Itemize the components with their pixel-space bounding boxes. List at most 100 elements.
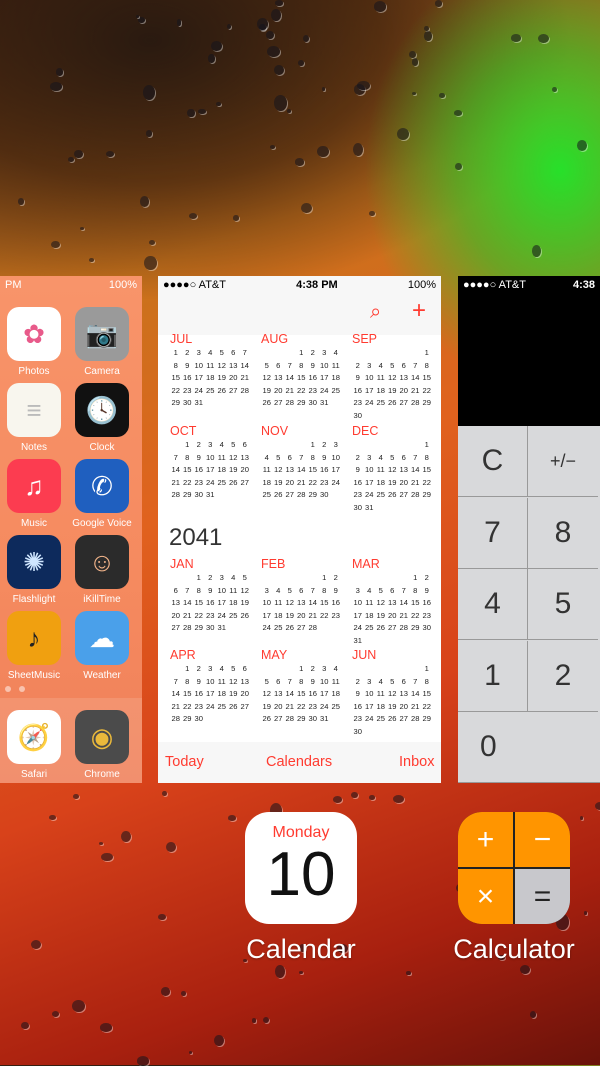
- day[interactable]: 2: [205, 572, 217, 585]
- day[interactable]: 8: [421, 676, 433, 689]
- day[interactable]: 13: [228, 360, 240, 373]
- day[interactable]: 4: [216, 663, 228, 676]
- day[interactable]: 18: [228, 597, 240, 610]
- day[interactable]: 12: [228, 452, 240, 465]
- day[interactable]: 5: [261, 360, 273, 373]
- day[interactable]: 9: [330, 585, 342, 598]
- day[interactable]: 22: [182, 477, 194, 490]
- day[interactable]: 19: [284, 610, 296, 623]
- day[interactable]: 21: [410, 385, 422, 398]
- key-8[interactable]: 8: [528, 498, 598, 569]
- day[interactable]: 14: [170, 464, 182, 477]
- day[interactable]: 26: [239, 610, 251, 623]
- day[interactable]: 30: [205, 622, 217, 635]
- day[interactable]: 8: [296, 360, 308, 373]
- day[interactable]: 25: [375, 713, 387, 726]
- day[interactable]: 19: [228, 688, 240, 701]
- day[interactable]: 30: [307, 397, 319, 410]
- day[interactable]: 23: [193, 701, 205, 714]
- day[interactable]: 29: [421, 489, 433, 502]
- day[interactable]: 27: [387, 622, 399, 635]
- day[interactable]: 2: [352, 676, 364, 689]
- day[interactable]: 25: [375, 489, 387, 502]
- day[interactable]: 10: [216, 585, 228, 598]
- day[interactable]: 7: [410, 452, 422, 465]
- day[interactable]: 9: [205, 585, 217, 598]
- day[interactable]: 4: [364, 585, 376, 598]
- day[interactable]: 31: [364, 502, 376, 515]
- day[interactable]: 29: [421, 397, 433, 410]
- day[interactable]: 5: [273, 452, 285, 465]
- day[interactable]: 17: [364, 477, 376, 490]
- day[interactable]: 30: [421, 622, 433, 635]
- day[interactable]: 19: [261, 385, 273, 398]
- day[interactable]: 30: [307, 713, 319, 726]
- day[interactable]: 5: [387, 360, 399, 373]
- day[interactable]: 3: [319, 663, 331, 676]
- day[interactable]: 17: [216, 597, 228, 610]
- day[interactable]: 10: [261, 597, 273, 610]
- search-icon[interactable]: ⌕: [370, 301, 381, 324]
- day[interactable]: 28: [284, 713, 296, 726]
- day[interactable]: 18: [375, 701, 387, 714]
- day[interactable]: 9: [182, 360, 194, 373]
- app-weather[interactable]: ☁ Weather: [75, 611, 129, 681]
- day[interactable]: 4: [375, 452, 387, 465]
- day[interactable]: 12: [239, 585, 251, 598]
- day[interactable]: 17: [330, 464, 342, 477]
- app-sheetmusic[interactable]: ♪ SheetMusic: [7, 611, 61, 681]
- day[interactable]: 27: [273, 397, 285, 410]
- day[interactable]: 10: [364, 372, 376, 385]
- day[interactable]: 20: [284, 477, 296, 490]
- day[interactable]: 18: [216, 464, 228, 477]
- calendar-app-icon[interactable]: Monday 10: [245, 812, 357, 924]
- day[interactable]: 17: [364, 701, 376, 714]
- day[interactable]: 10: [205, 676, 217, 689]
- day[interactable]: 16: [330, 597, 342, 610]
- day[interactable]: 16: [205, 597, 217, 610]
- day[interactable]: 26: [375, 622, 387, 635]
- day[interactable]: 16: [352, 385, 364, 398]
- day[interactable]: 2: [352, 360, 364, 373]
- day[interactable]: 29: [170, 397, 182, 410]
- day[interactable]: 18: [364, 610, 376, 623]
- day[interactable]: 17: [261, 610, 273, 623]
- day[interactable]: 18: [375, 385, 387, 398]
- day[interactable]: 24: [205, 477, 217, 490]
- day[interactable]: 2: [307, 347, 319, 360]
- app-google-voice[interactable]: ✆ Google Voice: [72, 459, 132, 529]
- day[interactable]: 4: [375, 360, 387, 373]
- day[interactable]: 9: [307, 676, 319, 689]
- day[interactable]: 10: [364, 688, 376, 701]
- day[interactable]: 26: [261, 713, 273, 726]
- day[interactable]: 23: [307, 385, 319, 398]
- day[interactable]: 6: [239, 439, 251, 452]
- day[interactable]: 13: [398, 688, 410, 701]
- day[interactable]: 3: [364, 676, 376, 689]
- day[interactable]: 27: [398, 489, 410, 502]
- day[interactable]: 20: [398, 477, 410, 490]
- key-plus-minus[interactable]: +/−: [528, 426, 598, 497]
- day[interactable]: 31: [205, 489, 217, 502]
- month-sep[interactable]: SEP 1 2 3 4 5 6 7 8 9 10 11 12 13 14 15 16 17 18 19 20 21 22 23…: [352, 333, 434, 423]
- day[interactable]: 12: [284, 597, 296, 610]
- day[interactable]: 16: [193, 464, 205, 477]
- day[interactable]: 20: [296, 610, 308, 623]
- day[interactable]: 15: [410, 597, 422, 610]
- day[interactable]: 20: [398, 385, 410, 398]
- day[interactable]: 27: [170, 622, 182, 635]
- day[interactable]: 21: [410, 701, 422, 714]
- day[interactable]: 21: [296, 477, 308, 490]
- day[interactable]: 23: [352, 713, 364, 726]
- switcher-calendar[interactable]: Monday 10 Calendar: [234, 812, 368, 965]
- month-may[interactable]: MAY 1 2 3 4 5 6 7 8 9 10 11 12 13 14 15 16 17 18 19 20 21 22 23…: [261, 649, 343, 726]
- day[interactable]: 11: [216, 452, 228, 465]
- day[interactable]: 7: [239, 347, 251, 360]
- day[interactable]: 29: [410, 622, 422, 635]
- month-jun[interactable]: JUN 1 2 3 4 5 6 7 8 9 10 11 12 13 14 15 16 17 18 19 20 21 22 23…: [352, 649, 434, 739]
- day[interactable]: 22: [307, 477, 319, 490]
- day[interactable]: 29: [296, 397, 308, 410]
- day[interactable]: 4: [330, 347, 342, 360]
- day[interactable]: 28: [296, 489, 308, 502]
- day[interactable]: 9: [307, 360, 319, 373]
